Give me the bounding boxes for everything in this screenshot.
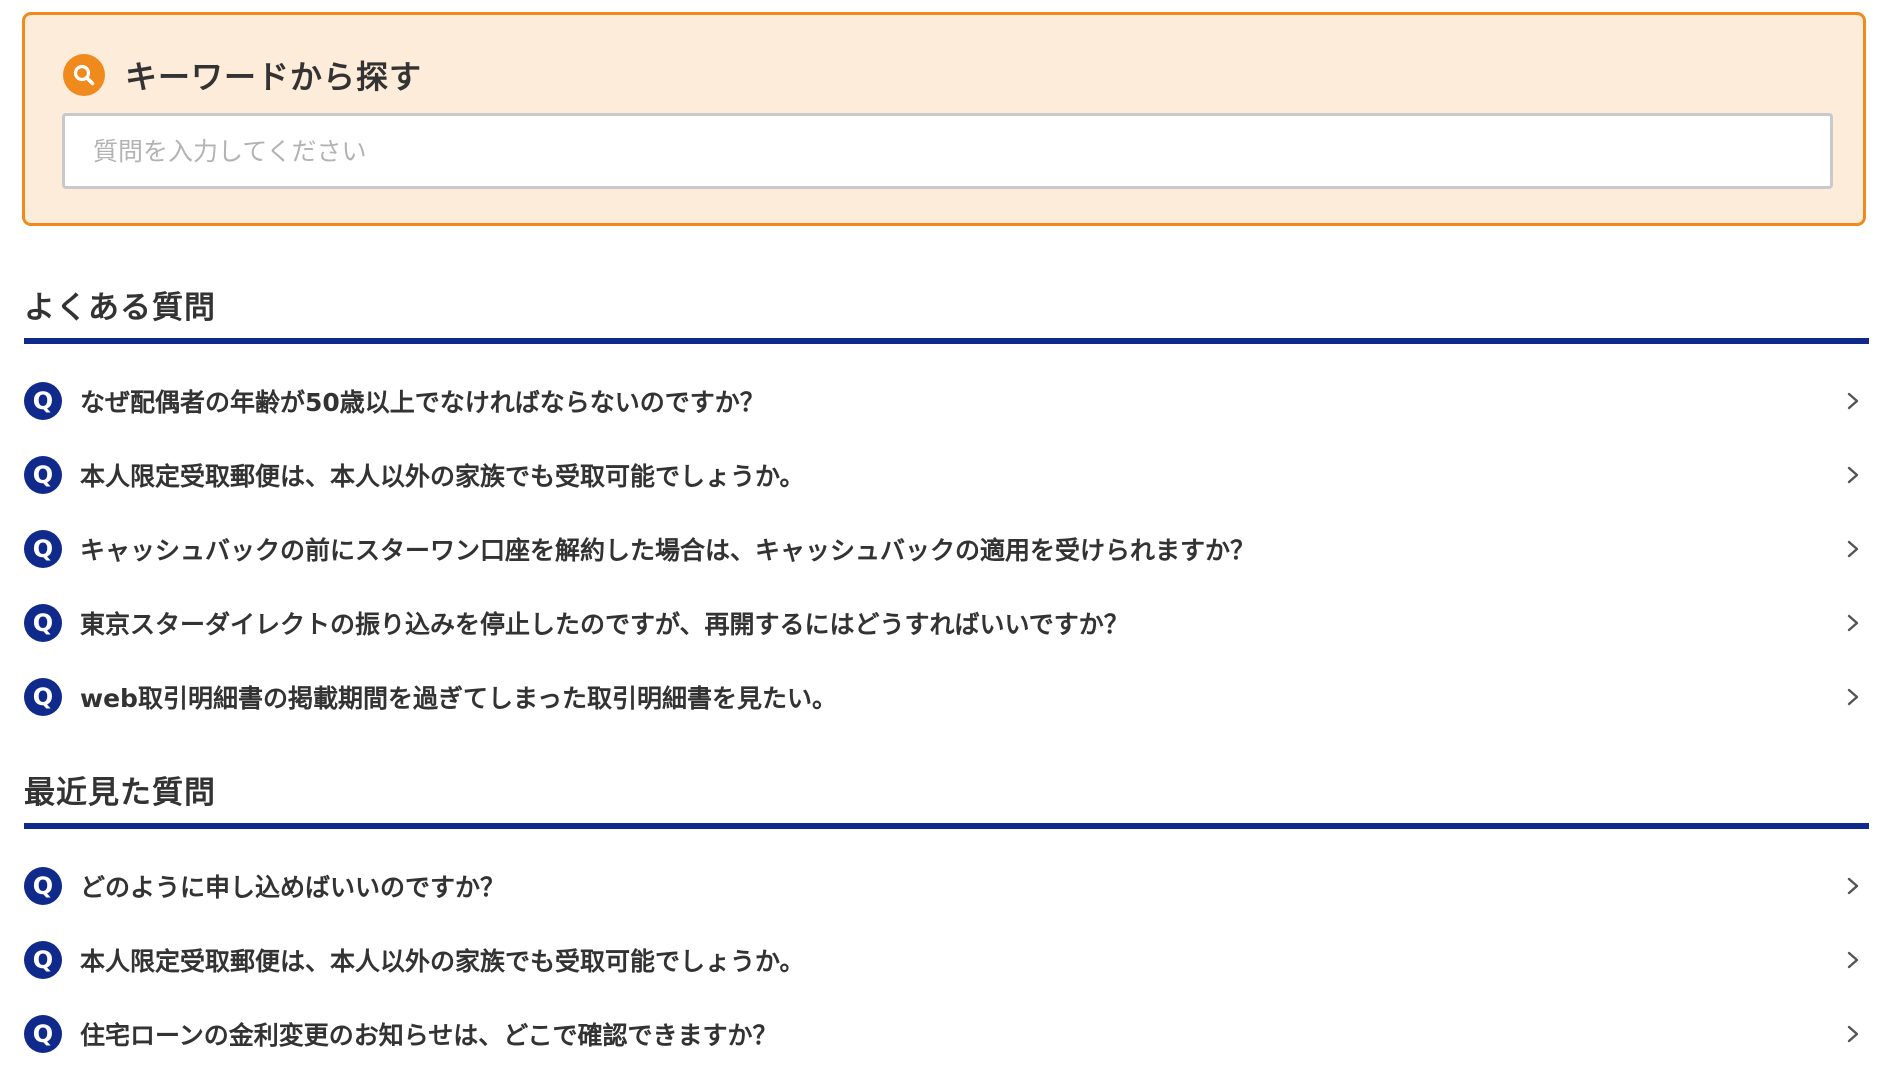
faq-item[interactable]: Q なぜ配偶者の年齢が50歳以上でなければならないのですか？: [24, 364, 1869, 438]
question-badge-icon: Q: [24, 604, 62, 642]
faq-item[interactable]: Q web取引明細書の掲載期間を過ぎてしまった取引明細書を見たい。: [24, 660, 1869, 734]
recent-questions-list: Q どのように申し込めばいいのですか？ Q 本人限定受取郵便は、本人以外の家族で…: [24, 849, 1869, 1071]
chevron-right-icon: [1847, 614, 1859, 632]
faq-question-link[interactable]: 住宅ローンの金利変更のお知らせは、どこで確認できますか？: [80, 1016, 778, 1052]
faq-question-link[interactable]: 本人限定受取郵便は、本人以外の家族でも受取可能でしょうか。: [80, 457, 805, 493]
recent-questions-heading: 最近見た質問: [24, 775, 216, 811]
faq-question-link[interactable]: 東京スターダイレクトの振り込みを停止したのですが、再開するにはどうすればいいです…: [80, 605, 1129, 641]
chevron-right-icon: [1847, 466, 1859, 484]
chevron-right-icon: [1847, 688, 1859, 706]
faq-item[interactable]: Q 本人限定受取郵便は、本人以外の家族でも受取可能でしょうか。: [24, 923, 1869, 997]
chevron-right-icon: [1847, 540, 1859, 558]
question-search-input[interactable]: [62, 113, 1833, 189]
question-badge-icon: Q: [24, 941, 62, 979]
chevron-right-icon: [1847, 877, 1859, 895]
keyword-search-header: キーワードから探す: [63, 52, 422, 98]
question-badge-icon: Q: [24, 867, 62, 905]
faq-item[interactable]: Q 東京スターダイレクトの振り込みを停止したのですが、再開するにはどうすればいい…: [24, 586, 1869, 660]
question-badge-icon: Q: [24, 678, 62, 716]
faq-item[interactable]: Q 住宅ローンの金利変更のお知らせは、どこで確認できますか？: [24, 997, 1869, 1071]
chevron-right-icon: [1847, 951, 1859, 969]
faq-question-link[interactable]: なぜ配偶者の年齢が50歳以上でなければならないのですか？: [80, 383, 765, 419]
section-divider: [24, 823, 1869, 829]
popular-questions-heading: よくある質問: [24, 290, 216, 326]
faq-question-link[interactable]: 本人限定受取郵便は、本人以外の家族でも受取可能でしょうか。: [80, 942, 805, 978]
faq-question-link[interactable]: どのように申し込めばいいのですか？: [80, 868, 505, 904]
popular-questions-list: Q なぜ配偶者の年齢が50歳以上でなければならないのですか？ Q 本人限定受取郵…: [24, 364, 1869, 734]
question-badge-icon: Q: [24, 1015, 62, 1053]
faq-question-link[interactable]: web取引明細書の掲載期間を過ぎてしまった取引明細書を見たい。: [80, 679, 837, 715]
question-badge-icon: Q: [24, 530, 62, 568]
question-badge-icon: Q: [24, 382, 62, 420]
faq-item[interactable]: Q どのように申し込めばいいのですか？: [24, 849, 1869, 923]
faq-item[interactable]: Q 本人限定受取郵便は、本人以外の家族でも受取可能でしょうか。: [24, 438, 1869, 512]
chevron-right-icon: [1847, 1025, 1859, 1043]
chevron-right-icon: [1847, 392, 1859, 410]
keyword-search-title: キーワードから探す: [125, 58, 423, 96]
section-divider: [24, 338, 1869, 344]
faq-question-link[interactable]: キャッシュバックの前にスターワン口座を解約した場合は、キャッシュバックの適用を受…: [80, 531, 1255, 567]
faq-item[interactable]: Q キャッシュバックの前にスターワン口座を解約した場合は、キャッシュバックの適用…: [24, 512, 1869, 586]
question-badge-icon: Q: [24, 456, 62, 494]
keyword-search-panel: キーワードから探す: [22, 12, 1866, 226]
search-icon: [63, 54, 105, 96]
